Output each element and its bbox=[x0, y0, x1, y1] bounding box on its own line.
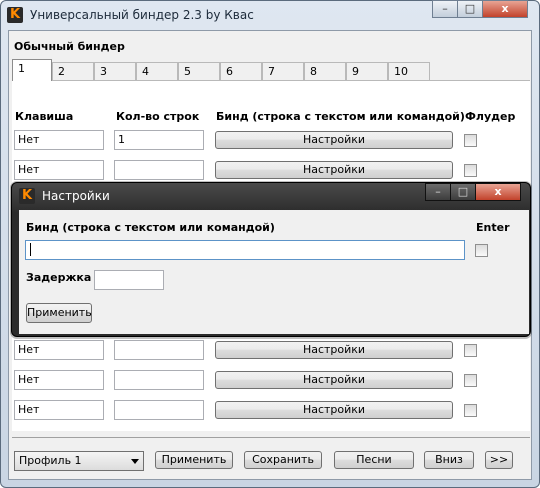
dialog-minimize-button[interactable]: – bbox=[425, 183, 451, 201]
key-field[interactable]: Нет bbox=[14, 370, 104, 390]
dialog-enter-label: Enter bbox=[476, 221, 510, 234]
lines-field[interactable] bbox=[114, 400, 204, 420]
save-button[interactable]: Сохранить bbox=[244, 451, 322, 469]
tab-5[interactable]: 5 bbox=[178, 62, 220, 80]
maximize-button[interactable]: □ bbox=[457, 0, 483, 18]
key-field[interactable]: Нет bbox=[14, 340, 104, 360]
delay-input[interactable] bbox=[94, 270, 164, 290]
songs-button[interactable]: Песни bbox=[334, 451, 414, 469]
tab-3[interactable]: 3 bbox=[94, 62, 136, 80]
dialog-title: Настройки bbox=[42, 189, 110, 203]
flood-checkbox[interactable] bbox=[464, 344, 477, 357]
settings-button[interactable]: Настройки bbox=[215, 371, 453, 389]
tab-8[interactable]: 8 bbox=[304, 62, 346, 80]
enter-checkbox[interactable] bbox=[475, 244, 488, 257]
bottom-separator bbox=[12, 437, 530, 438]
key-field[interactable]: Нет bbox=[14, 400, 104, 420]
group-title: Обычный биндер bbox=[14, 40, 125, 53]
flood-checkbox[interactable] bbox=[464, 134, 477, 147]
profile-select[interactable]: Профиль 1 bbox=[14, 451, 144, 471]
chevron-down-icon bbox=[131, 459, 139, 464]
lines-field[interactable] bbox=[114, 340, 204, 360]
tab-strip: 1 2 3 4 5 6 7 8 9 10 bbox=[12, 59, 432, 81]
header-lines: Кол-во строк bbox=[116, 110, 200, 123]
apply-button[interactable]: Применить bbox=[155, 451, 233, 469]
app-icon: K bbox=[7, 7, 23, 23]
minimize-button[interactable]: – bbox=[432, 0, 458, 18]
flood-checkbox[interactable] bbox=[464, 164, 477, 177]
settings-button[interactable]: Настройки bbox=[215, 131, 453, 149]
flood-checkbox[interactable] bbox=[464, 374, 477, 387]
title-bar[interactable]: K Универсальный биндер 2.3 by Квас – □ x bbox=[0, 0, 540, 30]
dialog-apply-button[interactable]: Применить bbox=[26, 303, 92, 323]
lines-field[interactable] bbox=[114, 160, 204, 180]
settings-button[interactable]: Настройки bbox=[215, 161, 453, 179]
delay-label: Задержка bbox=[26, 271, 92, 284]
tab-1[interactable]: 1 bbox=[12, 59, 52, 81]
dialog-app-icon: K bbox=[19, 188, 35, 204]
tab-10[interactable]: 10 bbox=[388, 62, 430, 80]
down-button[interactable]: Вниз bbox=[424, 451, 474, 469]
flood-checkbox[interactable] bbox=[464, 404, 477, 417]
tab-9[interactable]: 9 bbox=[346, 62, 388, 80]
settings-button[interactable]: Настройки bbox=[215, 401, 453, 419]
tab-6[interactable]: 6 bbox=[220, 62, 262, 80]
tab-4[interactable]: 4 bbox=[136, 62, 178, 80]
header-key: Клавиша bbox=[15, 110, 74, 123]
dialog-maximize-button[interactable]: □ bbox=[450, 183, 476, 201]
key-field[interactable]: Нет bbox=[14, 160, 104, 180]
key-field[interactable]: Нет bbox=[14, 130, 104, 150]
tab-2[interactable]: 2 bbox=[52, 62, 94, 80]
tab-7[interactable]: 7 bbox=[262, 62, 304, 80]
window-title: Универсальный биндер 2.3 by Квас bbox=[30, 8, 254, 22]
settings-button[interactable]: Настройки bbox=[215, 341, 453, 359]
header-flood: Флудер bbox=[465, 110, 516, 123]
lines-field[interactable] bbox=[114, 370, 204, 390]
header-bind: Бинд (строка с текстом или командой) bbox=[216, 110, 465, 123]
lines-field[interactable]: 1 bbox=[114, 130, 204, 150]
more-button[interactable]: >> bbox=[485, 451, 513, 469]
close-button[interactable]: x bbox=[482, 0, 528, 18]
profile-select-value: Профиль 1 bbox=[19, 454, 82, 467]
dialog-bind-label: Бинд (строка с текстом или командой) bbox=[26, 221, 275, 234]
text-cursor bbox=[30, 243, 31, 256]
dialog-bind-input[interactable] bbox=[25, 240, 465, 260]
dialog-close-button[interactable]: x bbox=[475, 183, 521, 201]
